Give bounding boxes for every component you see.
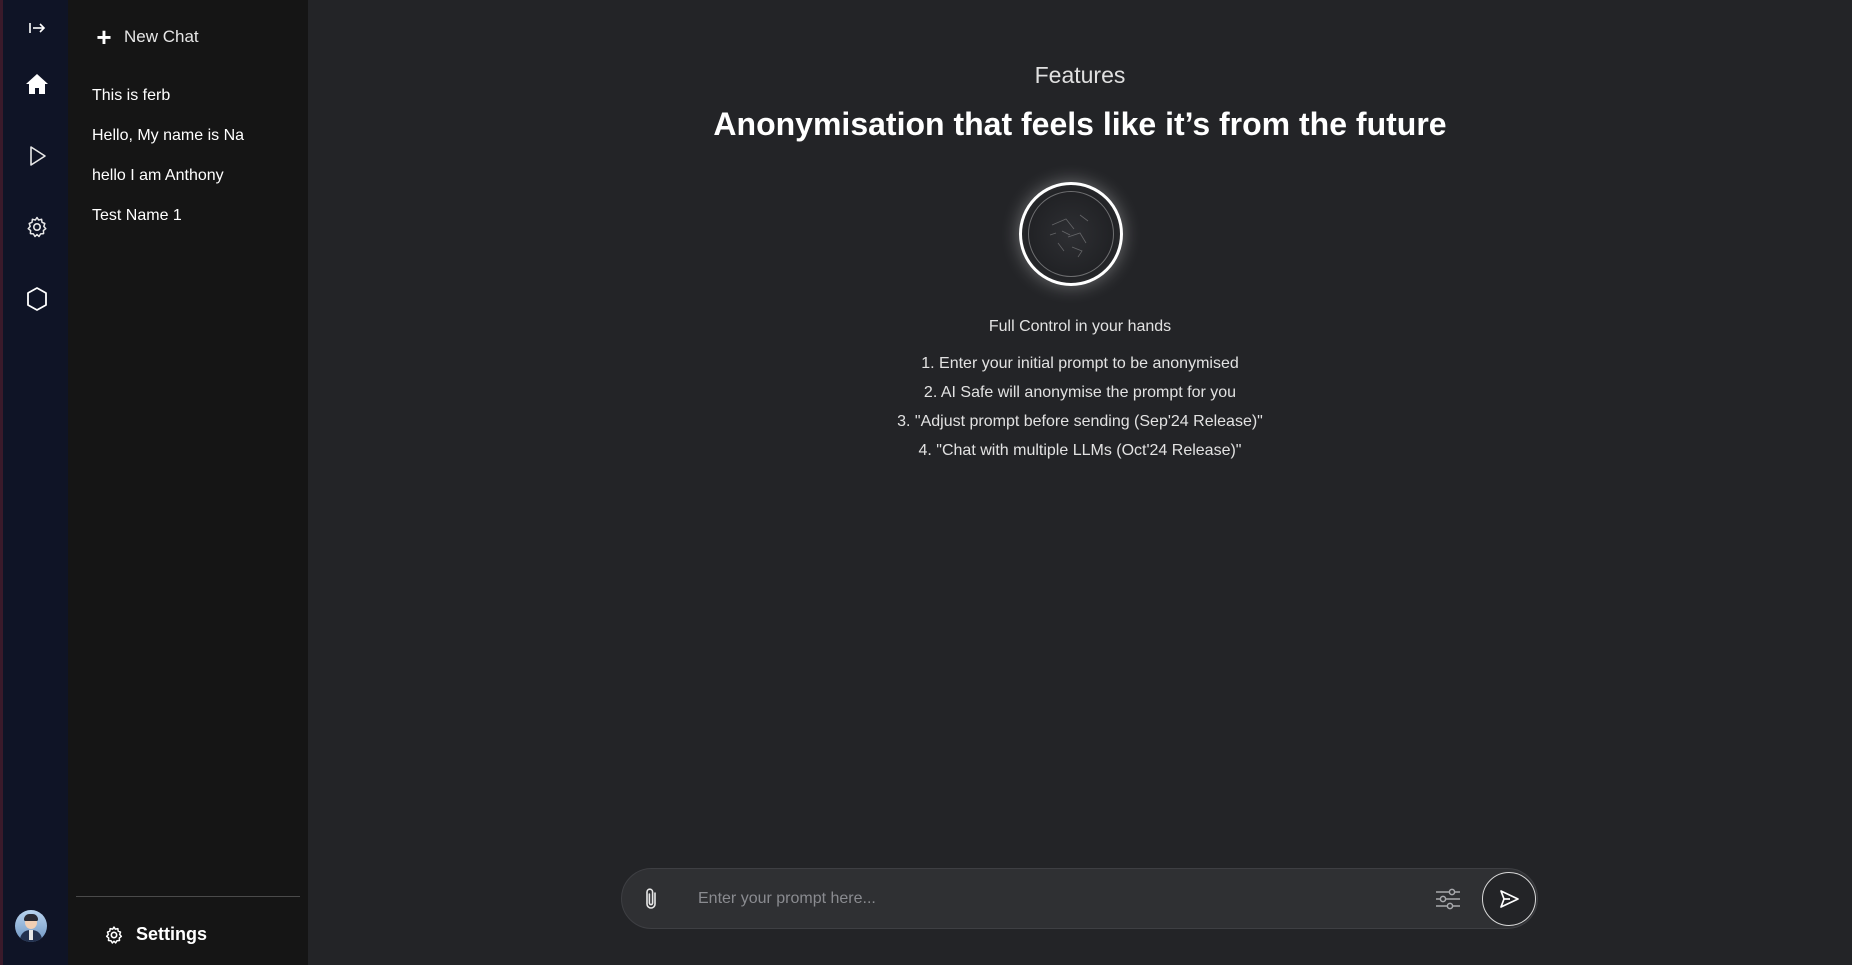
chat-history-item[interactable]: Hello, My name is Na bbox=[92, 124, 302, 164]
hexagon-icon bbox=[27, 287, 47, 311]
feature-step: 2. AI Safe will anonymise the prompt for… bbox=[923, 384, 1237, 401]
collapse-sidebar-button[interactable] bbox=[3, 14, 71, 42]
main-panel: Features Anonymisation that feels like i… bbox=[308, 0, 1852, 965]
prompt-input[interactable] bbox=[698, 883, 1398, 915]
sidebar-divider bbox=[76, 896, 300, 897]
sidebar-settings-label: Settings bbox=[136, 924, 208, 944]
orb-texture bbox=[1049, 214, 1089, 258]
gear-icon bbox=[105, 925, 123, 944]
feature-step: 4. "Chat with multiple LLMs (Oct'24 Rele… bbox=[918, 442, 1242, 459]
sliders-icon bbox=[1436, 888, 1460, 910]
rail-settings-button[interactable] bbox=[3, 212, 71, 242]
paperclip-icon bbox=[646, 888, 656, 909]
new-chat-label: New Chat bbox=[124, 27, 199, 46]
chat-history-list: This is ferb Hello, My name is Na hello … bbox=[92, 84, 302, 244]
prompt-settings-button[interactable] bbox=[1433, 884, 1463, 914]
features-subtitle: Full Control in your hands bbox=[988, 318, 1172, 335]
avatar-tie bbox=[29, 930, 33, 940]
attach-button[interactable] bbox=[638, 885, 666, 913]
feature-step: 1. Enter your initial prompt to be anony… bbox=[921, 355, 1239, 372]
chat-history-item[interactable]: hello I am Anthony bbox=[92, 164, 302, 204]
feature-steps-list: 1. Enter your initial prompt to be anony… bbox=[308, 349, 1852, 465]
send-button[interactable] bbox=[1482, 872, 1536, 926]
avatar[interactable] bbox=[15, 910, 47, 942]
rail-play-button[interactable] bbox=[3, 141, 71, 171]
collapse-sidebar-icon bbox=[29, 23, 46, 33]
new-chat-button[interactable]: + New Chat bbox=[96, 22, 199, 52]
chat-sidebar: + New Chat This is ferb Hello, My name i… bbox=[68, 0, 308, 965]
icon-rail bbox=[0, 0, 68, 965]
plus-icon: + bbox=[96, 22, 112, 52]
features-eyebrow: Features bbox=[1034, 62, 1126, 88]
rail-hexagon-button[interactable] bbox=[3, 284, 71, 314]
play-icon bbox=[30, 146, 46, 166]
avatar-hair bbox=[24, 914, 38, 921]
chat-history-item[interactable]: Test Name 1 bbox=[92, 204, 302, 244]
gear-icon bbox=[27, 216, 47, 238]
chat-history-item[interactable]: This is ferb bbox=[92, 84, 302, 124]
rail-home-button[interactable] bbox=[3, 68, 71, 100]
page-title: Anonymisation that feels like it’s from … bbox=[713, 106, 1447, 142]
send-icon bbox=[1500, 890, 1519, 908]
feature-step: 3. "Adjust prompt before sending (Sep'24… bbox=[897, 413, 1263, 430]
prompt-bar bbox=[621, 868, 1538, 929]
orb-logo bbox=[1019, 182, 1123, 286]
app-window: + New Chat This is ferb Hello, My name i… bbox=[0, 0, 1852, 965]
home-icon bbox=[26, 74, 48, 94]
sidebar-settings-button[interactable]: Settings bbox=[104, 924, 207, 945]
